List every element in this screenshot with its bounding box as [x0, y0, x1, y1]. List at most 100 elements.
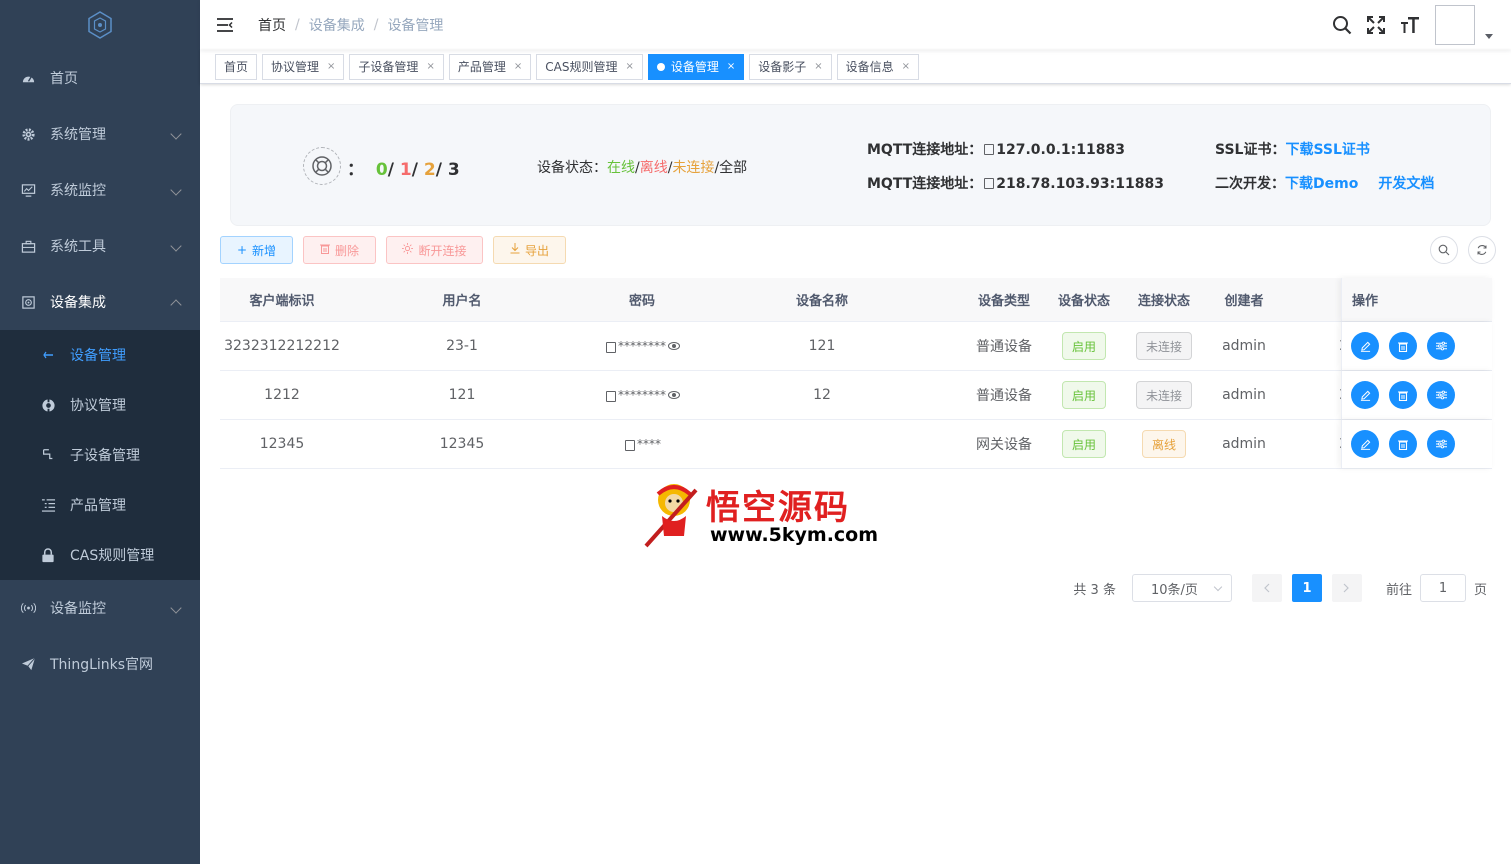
tag-home[interactable]: 首页	[215, 53, 258, 80]
tag-label: 设备信息	[845, 59, 894, 74]
toggle-search-button[interactable]	[1430, 236, 1458, 264]
trash-icon	[1398, 342, 1408, 352]
sidebar-subitem-cas-rule-management[interactable]: CAS规则管理	[0, 530, 200, 580]
col-actions: 操作	[1341, 278, 1492, 321]
delete-button[interactable]: 删除	[303, 236, 376, 264]
table-body: 3232312212212 23-1 ******** 121 普通设备 启用 未连接 adm…	[220, 322, 1492, 469]
sidebar-subitem-subdevice-management[interactable]: 子设备管理	[0, 430, 200, 480]
cell-device-name: 121	[808, 338, 836, 354]
edit-button[interactable]	[1351, 381, 1379, 409]
download-ssl-link[interactable]: 下载SSL证书	[1285, 142, 1369, 158]
tags-view: 首页 协议管理 × 子设备管理 × 产品管理 × CAS规则管理 × 设备管理 × 设备影…	[200, 50, 1511, 84]
delete-row-button[interactable]	[1389, 430, 1417, 458]
edit-button[interactable]	[1351, 430, 1379, 458]
sidebar-item-system-tools[interactable]: 系统工具	[0, 218, 200, 274]
search-button[interactable]	[1325, 0, 1359, 50]
tag-device-management[interactable]: 设备管理 ×	[647, 53, 745, 80]
sidebar-item-thinglinks-website[interactable]: ThingLinks官网	[0, 636, 200, 692]
counts-slash: /	[411, 160, 424, 180]
disconnect-button[interactable]: 断开连接	[386, 236, 483, 264]
chevron-right-icon	[1344, 583, 1350, 593]
tag-label: 设备管理	[670, 59, 719, 74]
sidebar-item-device-integration[interactable]: 设备集成	[0, 274, 200, 330]
export-button[interactable]: 导出	[493, 236, 566, 264]
password-mask: ****	[637, 437, 661, 451]
more-settings-button[interactable]	[1427, 430, 1455, 458]
col-device-status: 设备状态	[1057, 294, 1110, 309]
tag-label: 产品管理	[457, 59, 506, 74]
sidebar-subitem-product-management[interactable]: 产品管理	[0, 480, 200, 530]
lifebuoy-icon	[303, 147, 341, 185]
cell-actions	[1341, 322, 1492, 370]
password-mask: ********	[618, 388, 666, 402]
mqtt-label: MQTT连接地址：	[867, 142, 983, 158]
close-icon[interactable]: ×	[814, 55, 822, 79]
more-settings-button[interactable]	[1427, 332, 1455, 360]
sidebar-item-device-monitor[interactable]: 设备监控	[0, 580, 200, 636]
tag-protocol-management[interactable]: 协议管理 ×	[262, 53, 345, 80]
copy-icon[interactable]	[984, 144, 995, 155]
close-icon[interactable]: ×	[625, 55, 633, 79]
breadcrumb-home[interactable]: 首页	[258, 15, 286, 35]
cell-client-id: 12345	[259, 436, 305, 452]
trash-icon	[1398, 440, 1408, 450]
legend-online: 在线	[607, 160, 635, 176]
copy-icon[interactable]	[606, 390, 616, 402]
sidebar-item-label: 首页	[50, 71, 78, 87]
avatar[interactable]	[1435, 5, 1475, 45]
add-button[interactable]: + 新增	[220, 236, 293, 264]
more-settings-button[interactable]	[1427, 381, 1455, 409]
copy-icon[interactable]	[984, 178, 995, 189]
hamburger-button[interactable]	[200, 0, 250, 50]
sidebar-item-system-monitor[interactable]: 系统监控	[0, 162, 200, 218]
close-icon[interactable]: ×	[426, 55, 434, 79]
copy-icon[interactable]	[625, 439, 635, 451]
tag-label: 设备影子	[758, 59, 807, 74]
edit-button[interactable]	[1351, 332, 1379, 360]
eye-icon[interactable]	[668, 391, 680, 399]
dev-docs-link[interactable]: 开发文档	[1378, 176, 1434, 192]
app-logo[interactable]	[0, 0, 200, 50]
sidebar-item-home[interactable]: 首页	[0, 50, 200, 106]
caret-down-icon[interactable]	[1485, 33, 1493, 39]
sidebar-item-system-management[interactable]: 系统管理	[0, 106, 200, 162]
sidebar-subitem-protocol-management[interactable]: 协议管理	[0, 380, 200, 430]
watermark-url: www.5kym.com	[708, 524, 881, 546]
delete-row-button[interactable]	[1389, 332, 1417, 360]
legend-offline: 离线	[639, 160, 668, 176]
dash-icon	[40, 350, 56, 360]
connection-badge: 离线	[1141, 430, 1186, 458]
subdevice-icon	[40, 448, 56, 462]
page-size-select[interactable]: 10条/页	[1131, 574, 1232, 602]
total-count: 3	[447, 160, 460, 180]
tag-product-management[interactable]: 产品管理 ×	[448, 53, 532, 80]
toolbar: + 新增 删除 断开连接 导出	[220, 236, 1496, 268]
tag-device-shadow[interactable]: 设备影子 ×	[749, 53, 832, 80]
next-page-button[interactable]	[1331, 574, 1362, 602]
download-demo-link[interactable]: 下载Demo	[1285, 176, 1358, 192]
tag-cas-rule-management[interactable]: CAS规则管理 ×	[536, 53, 643, 80]
table-row: 3232312212212 23-1 ******** 121 普通设备 启用 未连接 adm…	[220, 322, 1492, 371]
breadcrumb: 首页 / 设备集成 / 设备管理	[250, 15, 443, 35]
cell-password: ****	[580, 420, 704, 468]
copy-icon[interactable]	[606, 341, 616, 353]
col-connection-status: 连接状态	[1137, 294, 1190, 309]
fullscreen-button[interactable]	[1359, 0, 1393, 50]
font-size-button[interactable]	[1393, 0, 1427, 50]
goto-page-input[interactable]: 1	[1419, 574, 1466, 602]
sidebar-subitem-device-management[interactable]: 设备管理	[0, 330, 200, 380]
cell-device-name	[704, 420, 940, 468]
tag-device-info[interactable]: 设备信息 ×	[836, 53, 920, 80]
refresh-button[interactable]	[1468, 236, 1496, 264]
prev-page-button[interactable]	[1251, 574, 1282, 602]
cell-spacer	[940, 420, 964, 468]
delete-row-button[interactable]	[1389, 381, 1417, 409]
tag-subdevice-management[interactable]: 子设备管理 ×	[349, 53, 444, 80]
close-icon[interactable]: ×	[514, 55, 522, 79]
close-icon[interactable]: ×	[902, 55, 910, 79]
close-icon[interactable]: ×	[327, 55, 335, 79]
eye-icon[interactable]	[668, 342, 680, 350]
page-number-current[interactable]: 1	[1291, 574, 1322, 602]
navbar: 首页 / 设备集成 / 设备管理	[200, 0, 1511, 50]
close-icon[interactable]: ×	[727, 55, 735, 79]
